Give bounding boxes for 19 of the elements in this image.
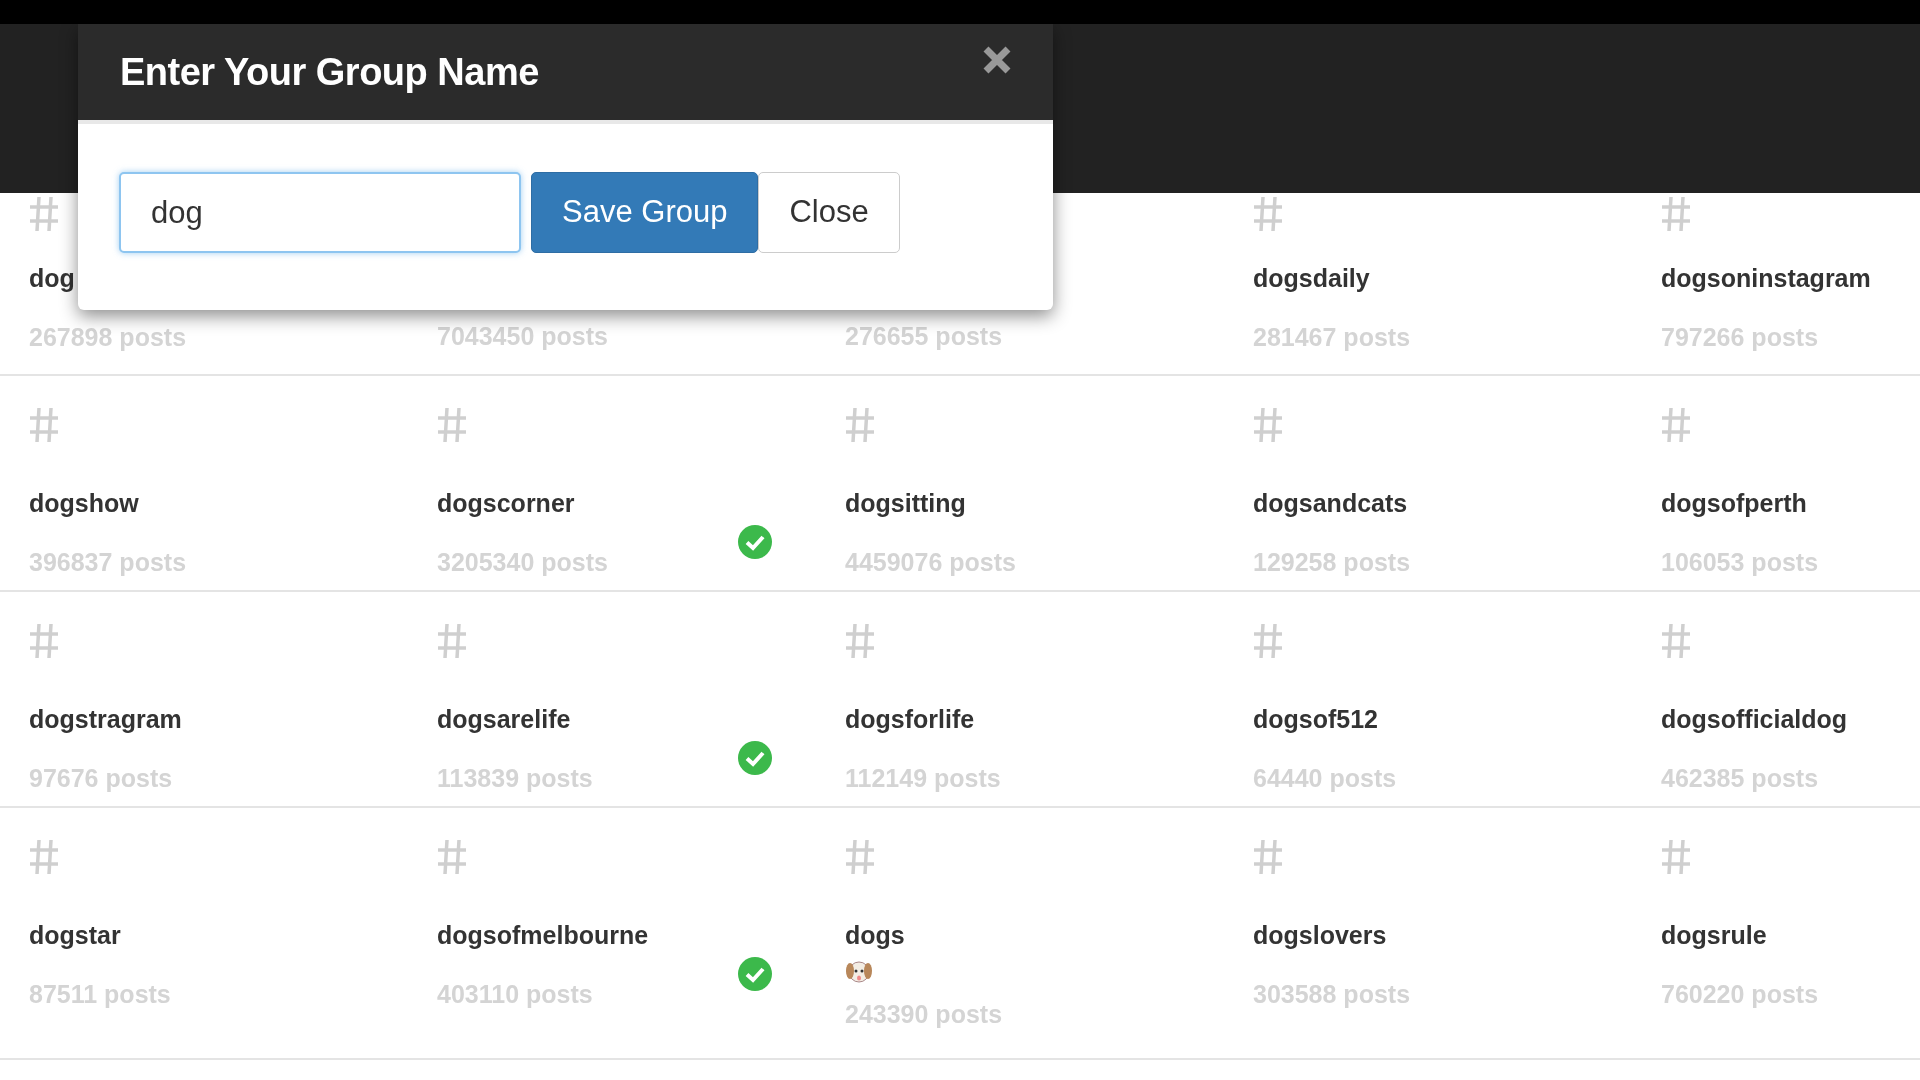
hashtag-name: dogsoninstagram (1661, 264, 1871, 292)
hashtag-name: dogsforlife (845, 705, 975, 733)
dialog-title: Enter Your Group Name (120, 49, 539, 95)
hashtag-name: dogsandcats (1253, 489, 1408, 517)
hashtag-name: dogsof512 (1253, 705, 1379, 733)
hashtag-name: dogsarelife (437, 705, 571, 733)
hashtag-name: dogslovers (1253, 921, 1387, 949)
hashtag-name: dog (29, 264, 75, 292)
hashtag-name: dogsofficialdog (1661, 705, 1848, 733)
hashtag-name: dogsdaily (1253, 264, 1370, 292)
hashtag-name: dogsofperth (1661, 489, 1807, 517)
hashtag-name: dogs (845, 921, 905, 949)
hashtag-name: dogsrule (1661, 921, 1767, 949)
hashtag-name: dogsitting (845, 489, 966, 517)
hashtag-name: dogstar (29, 921, 121, 949)
hashtag-name: dogsofmelbourne (437, 921, 649, 949)
hashtag-name: dogstragram (29, 705, 182, 733)
hashtag-name: dogshow (29, 489, 139, 517)
hashtag-name: dogscorner (437, 489, 575, 517)
